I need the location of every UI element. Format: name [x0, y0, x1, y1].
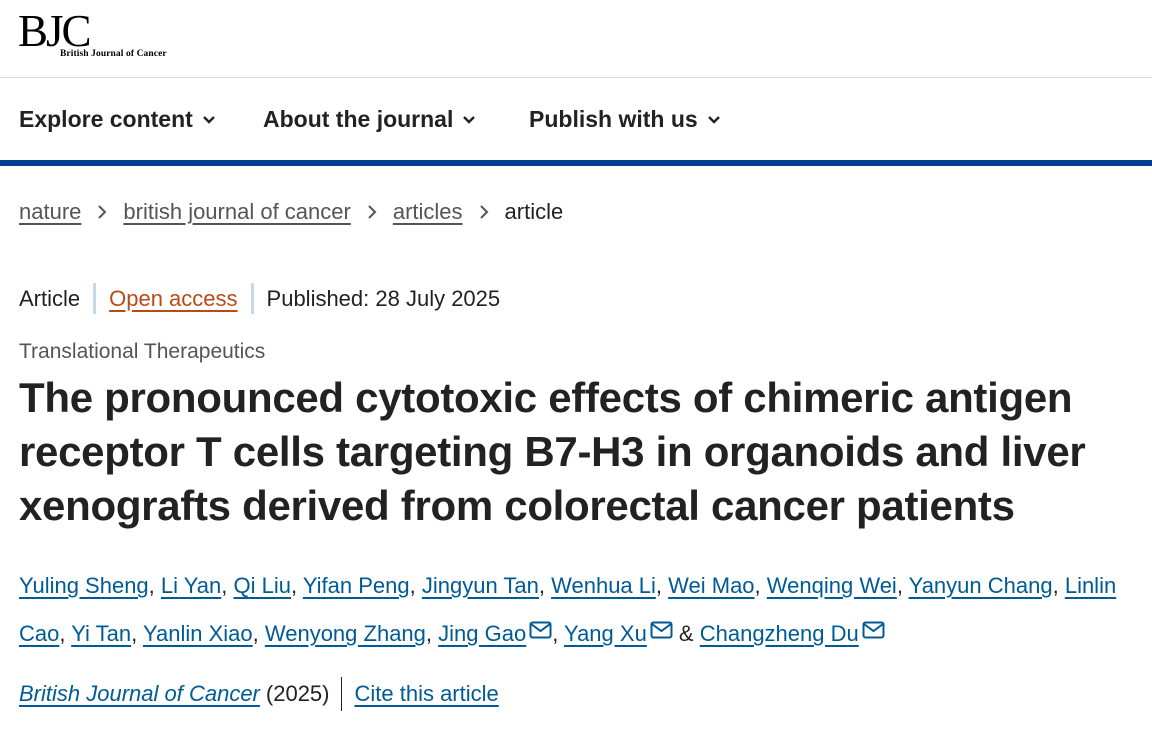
open-access-link[interactable]: Open access [109, 286, 237, 312]
mail-icon[interactable] [529, 621, 552, 639]
chevron-down-icon [707, 116, 720, 124]
author-link[interactable]: Yanlin Xiao [143, 621, 253, 646]
author-separator: , [221, 573, 234, 598]
author-separator: , [896, 573, 909, 598]
author-link[interactable]: Wei Mao [668, 573, 754, 598]
nav-explore-content[interactable]: Explore content [19, 104, 216, 134]
header: BJC British Journal of Cancer [0, 0, 1152, 78]
author-separator: , [425, 621, 439, 646]
author-link[interactable]: Yang Xu [564, 621, 647, 646]
nav-label: Publish with us [529, 105, 698, 132]
chevron-right-icon [479, 205, 488, 219]
author-separator: , [59, 621, 72, 646]
mail-icon[interactable] [650, 621, 673, 639]
journal-name-link[interactable]: British Journal of Cancer [19, 681, 260, 707]
author-separator: , [409, 573, 422, 598]
author-separator: , [655, 573, 669, 598]
author-separator: , [252, 621, 265, 646]
nav-label: About the journal [263, 105, 454, 132]
divider [93, 283, 97, 314]
author-link[interactable]: Yifan Peng [303, 573, 410, 598]
author-link[interactable]: Li Yan [161, 573, 221, 598]
author-separator: , [538, 573, 552, 598]
article-subject: Translational Therapeutics [19, 340, 266, 363]
author-link[interactable]: Yanyun Chang [909, 573, 1053, 598]
author-link[interactable]: Wenqing Wei [767, 573, 897, 598]
nav-about-journal[interactable]: About the journal [263, 104, 476, 134]
author-separator: , [1052, 573, 1065, 598]
published-date: Published: 28 July 2025 [266, 285, 501, 311]
article-type: Article [19, 285, 81, 311]
author-link[interactable]: Jing Gao [438, 621, 526, 646]
chevron-right-icon [368, 205, 377, 219]
nav-publish-with-us[interactable]: Publish with us [529, 104, 721, 134]
logo-subtitle: British Journal of Cancer [60, 49, 167, 59]
author-separator: , [552, 621, 565, 646]
author-link[interactable]: Changzheng Du [700, 621, 859, 646]
author-link[interactable]: Wenyong Zhang [265, 621, 426, 646]
breadcrumb-articles[interactable]: articles [393, 199, 463, 225]
divider [341, 677, 343, 711]
author-link[interactable]: Yuling Sheng [19, 573, 149, 598]
author-list: Yuling Sheng, Li Yan, Qi Liu, Yifan Peng… [19, 562, 1139, 658]
breadcrumb-nature[interactable]: nature [19, 199, 81, 225]
breadcrumb-bjc[interactable]: british journal of cancer [123, 199, 350, 225]
nav-label: Explore content [19, 105, 193, 132]
breadcrumb-current: article [504, 199, 564, 224]
author-link[interactable]: Wenhua Li [551, 573, 656, 598]
journal-year: (2025) [265, 681, 330, 706]
author-link[interactable]: Jingyun Tan [422, 573, 539, 598]
author-conjunction: & [672, 621, 700, 646]
author-link[interactable]: Qi Liu [234, 573, 291, 598]
chevron-right-icon [98, 205, 107, 219]
author-separator: , [148, 573, 161, 598]
author-separator: , [290, 573, 303, 598]
journal-citation: British Journal of Cancer (2025) Cite th… [19, 677, 499, 711]
breadcrumb: nature british journal of cancer article… [19, 199, 563, 225]
chevron-down-icon [463, 116, 476, 124]
article-title: The pronounced cytotoxic effects of chim… [19, 374, 1086, 529]
journal-logo[interactable]: BJC British Journal of Cancer [18, 6, 168, 62]
mail-icon[interactable] [862, 621, 885, 639]
cite-this-article-link[interactable]: Cite this article [354, 681, 498, 707]
chevron-down-icon [202, 116, 215, 124]
author-separator: , [754, 573, 767, 598]
author-link[interactable]: Yi Tan [71, 621, 131, 646]
article-meta: Article Open access Published: 28 July 2… [19, 283, 500, 314]
divider [250, 283, 254, 314]
author-separator: , [131, 621, 143, 646]
